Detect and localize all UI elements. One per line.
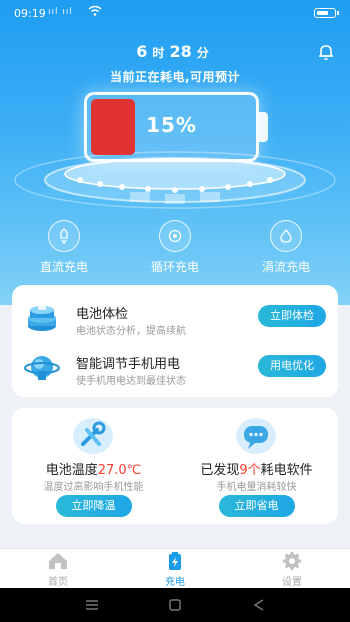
save-power-button[interactable]: 立即省电 — [218, 495, 295, 517]
battery-check-row[interactable]: 电池体检 电池状态分析，提高续航 立即体检 — [12, 291, 338, 341]
temperature-value: 27.0℃ — [97, 463, 142, 478]
tab-bar: 首页 充电 设置 — [0, 548, 350, 588]
power-apps-title: 已发现9个耗电软件 — [175, 459, 338, 478]
temperature-desc: 温度过高影响手机性能 — [43, 482, 144, 493]
feature-title: 智能调节手机用电 — [76, 357, 181, 372]
check-now-button[interactable]: 立即体检 — [258, 305, 326, 327]
remaining-time: 6 时 28 分 — [0, 42, 350, 61]
battery-percent: 15% — [146, 113, 197, 137]
cycle-icon — [159, 220, 191, 252]
hours-unit: 时 — [152, 46, 165, 60]
battery-cap — [259, 112, 268, 142]
feature-card: 电池体检 电池状态分析，提高续航 立即体检 智能调节手机用电 使手机用电达到最佳… — [12, 285, 338, 397]
planet-icon — [24, 356, 60, 380]
temperature-label: 电池温度 — [45, 463, 98, 478]
mode-label: 循环充电 — [150, 260, 199, 274]
temperature-title: 电池温度27.0℃ — [12, 459, 175, 478]
wrench-icon — [73, 418, 113, 454]
tab-label: 首页 — [48, 577, 68, 588]
mode-trickle-charge[interactable]: 涓流充电 — [246, 220, 326, 275]
menu-icon[interactable] — [85, 599, 99, 611]
mode-dc-charge[interactable]: 直流充电 — [24, 220, 104, 275]
power-apps-desc: 手机电量消耗较快 — [216, 482, 297, 493]
tab-label: 充电 — [165, 577, 185, 588]
optimize-button[interactable]: 用电优化 — [258, 355, 326, 377]
tab-settings[interactable]: 设置 — [257, 551, 327, 588]
home-nav-icon[interactable] — [168, 599, 182, 611]
battery-indicator: 15% — [84, 92, 259, 162]
cool-down-button[interactable]: 立即降温 — [55, 495, 132, 517]
temperature-panel: 电池温度27.0℃ 温度过高影响手机性能 立即降温 — [12, 408, 175, 524]
feature-desc: 使手机用电达到最佳状态 — [76, 376, 186, 387]
power-apps-prefix: 已发现 — [200, 463, 240, 478]
minutes-unit: 分 — [196, 46, 209, 60]
tab-home[interactable]: 首页 — [23, 551, 93, 588]
feature-desc: 电池状态分析，提高续航 — [76, 326, 186, 337]
status-bar: 09:19 ııl ııl — [0, 0, 350, 26]
drop-icon — [270, 220, 302, 252]
remaining-hours: 6 — [136, 42, 148, 61]
usage-subtitle: 当前正在耗电,可用预计 — [109, 70, 241, 84]
hero-panel: 09:19 ııl ııl 6 时 28 分 当前正在耗电,可用预计 15% 直… — [0, 0, 350, 305]
status-battery-icon — [314, 8, 339, 18]
signal-indicator: ııl ııl — [48, 7, 73, 17]
mode-label: 直流充电 — [39, 260, 88, 274]
power-apps-count: 9个 — [239, 463, 261, 478]
chat-bubble-icon — [236, 418, 276, 454]
mode-label: 涓流充电 — [261, 260, 310, 274]
home-icon — [49, 553, 67, 569]
feature-title: 电池体检 — [76, 307, 129, 322]
status-time: 09:19 — [14, 7, 46, 20]
system-nav-bar — [0, 588, 350, 622]
charge-icon — [169, 552, 181, 570]
remaining-minutes: 28 — [169, 42, 192, 61]
tab-label: 设置 — [282, 577, 302, 588]
wifi-icon — [88, 5, 102, 16]
power-apps-suffix: 耗电软件 — [260, 463, 313, 478]
battery-stack-icon — [28, 303, 56, 331]
status-card: 电池温度27.0℃ 温度过高影响手机性能 立即降温 已发现9个耗电软件 手机电量… — [12, 408, 338, 524]
tab-charge[interactable]: 充电 — [140, 551, 210, 588]
power-apps-panel: 已发现9个耗电软件 手机电量消耗较快 立即省电 — [175, 408, 338, 524]
smart-power-row[interactable]: 智能调节手机用电 使手机用电达到最佳状态 用电优化 — [12, 341, 338, 391]
back-icon[interactable] — [252, 599, 266, 611]
gear-icon — [283, 552, 301, 570]
mode-cycle-charge[interactable]: 循环充电 — [135, 220, 215, 275]
rocket-icon — [48, 220, 80, 252]
